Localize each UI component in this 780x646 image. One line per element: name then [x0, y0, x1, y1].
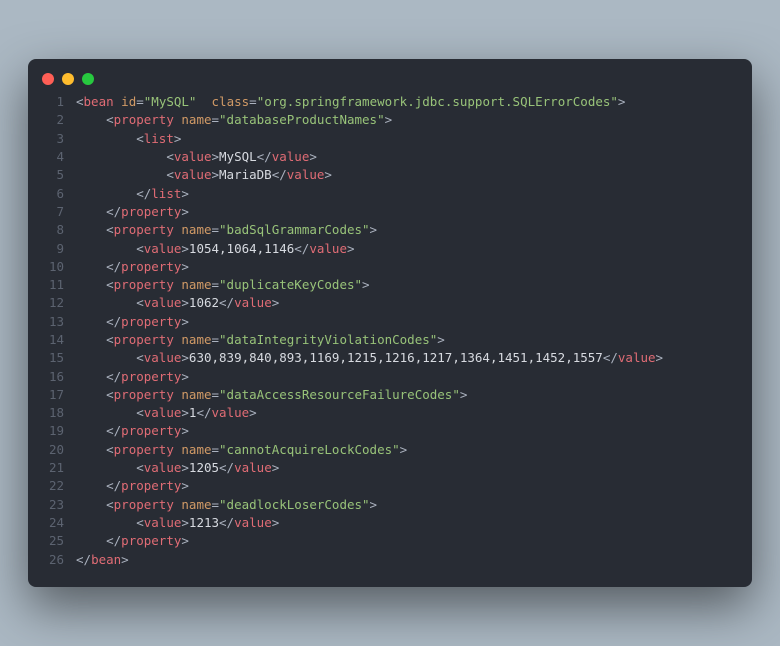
line-content: <property name="dataIntegrityViolationCo… [76, 331, 445, 349]
line-content: <list> [76, 130, 181, 148]
line-number: 3 [36, 130, 64, 148]
code-line: 20 <property name="cannotAcquireLockCode… [36, 441, 736, 459]
code-line: 18 <value>1</value> [36, 404, 736, 422]
code-line: 10 </property> [36, 258, 736, 276]
line-number: 4 [36, 148, 64, 166]
code-line: 24 <value>1213</value> [36, 514, 736, 532]
line-number: 8 [36, 221, 64, 239]
code-line: 21 <value>1205</value> [36, 459, 736, 477]
line-content: <value>MariaDB</value> [76, 166, 332, 184]
line-number: 23 [36, 496, 64, 514]
code-window: 1 <bean id="MySQL" class="org.springframe… [28, 59, 752, 587]
line-content: </bean> [76, 551, 129, 569]
code-line: 3 <list> [36, 130, 736, 148]
line-number: 15 [36, 349, 64, 367]
line-content: </property> [76, 313, 189, 331]
line-number: 18 [36, 404, 64, 422]
line-content: <property name="badSqlGrammarCodes"> [76, 221, 377, 239]
line-content: <property name="databaseProductNames"> [76, 111, 392, 129]
code-line: 11 <property name="duplicateKeyCodes"> [36, 276, 736, 294]
code-line: 15 <value>630,839,840,893,1169,1215,1216… [36, 349, 736, 367]
line-number: 13 [36, 313, 64, 331]
line-content: <property name="dataAccessResourceFailur… [76, 386, 467, 404]
line-number: 26 [36, 551, 64, 569]
line-content: <value>1</value> [76, 404, 257, 422]
line-number: 20 [36, 441, 64, 459]
line-number: 25 [36, 532, 64, 550]
code-line: 17 <property name="dataAccessResourceFai… [36, 386, 736, 404]
minimize-icon[interactable] [62, 73, 74, 85]
line-content: <bean id="MySQL" class="org.springframew… [76, 93, 625, 111]
code-line: 22 </property> [36, 477, 736, 495]
code-line: 14 <property name="dataIntegrityViolatio… [36, 331, 736, 349]
code-line: 5 <value>MariaDB</value> [36, 166, 736, 184]
line-content: <value>1054,1064,1146</value> [76, 240, 355, 258]
maximize-icon[interactable] [82, 73, 94, 85]
code-line: 26 </bean> [36, 551, 736, 569]
code-line: 1 <bean id="MySQL" class="org.springframe… [36, 93, 736, 111]
line-content: </property> [76, 422, 189, 440]
code-line: 8 <property name="badSqlGrammarCodes"> [36, 221, 736, 239]
line-number: 17 [36, 386, 64, 404]
code-line: 16 </property> [36, 368, 736, 386]
code-line: 9 <value>1054,1064,1146</value> [36, 240, 736, 258]
line-number: 22 [36, 477, 64, 495]
code-line: 12 <value>1062</value> [36, 294, 736, 312]
line-number: 2 [36, 111, 64, 129]
line-number: 24 [36, 514, 64, 532]
line-content: <property name="cannotAcquireLockCodes"> [76, 441, 407, 459]
code-line: 7 </property> [36, 203, 736, 221]
line-content: <value>1062</value> [76, 294, 279, 312]
line-content: <value>1205</value> [76, 459, 279, 477]
line-content: <property name="duplicateKeyCodes"> [76, 276, 370, 294]
line-content: </list> [76, 185, 189, 203]
line-content: <value>630,839,840,893,1169,1215,1216,12… [76, 349, 663, 367]
line-number: 21 [36, 459, 64, 477]
line-number: 9 [36, 240, 64, 258]
code-line: 23 <property name="deadlockLoserCodes"> [36, 496, 736, 514]
code-area[interactable]: 1 <bean id="MySQL" class="org.springframe… [28, 93, 752, 569]
line-content: <property name="deadlockLoserCodes"> [76, 496, 377, 514]
code-line: 13 </property> [36, 313, 736, 331]
line-number: 16 [36, 368, 64, 386]
line-content: </property> [76, 203, 189, 221]
line-content: </property> [76, 477, 189, 495]
line-content: </property> [76, 368, 189, 386]
code-line: 4 <value>MySQL</value> [36, 148, 736, 166]
window-titlebar [28, 59, 752, 93]
line-number: 6 [36, 185, 64, 203]
line-number: 5 [36, 166, 64, 184]
code-line: 2 <property name="databaseProductNames"> [36, 111, 736, 129]
line-content: </property> [76, 532, 189, 550]
line-number: 14 [36, 331, 64, 349]
code-line: 25 </property> [36, 532, 736, 550]
line-number: 7 [36, 203, 64, 221]
code-line: 19 </property> [36, 422, 736, 440]
line-number: 12 [36, 294, 64, 312]
line-number: 19 [36, 422, 64, 440]
line-number: 1 [36, 93, 64, 111]
close-icon[interactable] [42, 73, 54, 85]
line-content: <value>1213</value> [76, 514, 279, 532]
line-number: 11 [36, 276, 64, 294]
line-number: 10 [36, 258, 64, 276]
code-line: 6 </list> [36, 185, 736, 203]
line-content: </property> [76, 258, 189, 276]
line-content: <value>MySQL</value> [76, 148, 317, 166]
